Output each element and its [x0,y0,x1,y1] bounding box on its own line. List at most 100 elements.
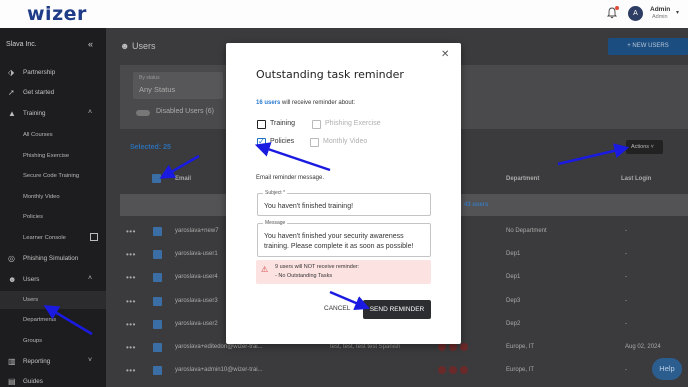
sidebar-item-get-started[interactable]: ➚ Get started [0,84,106,102]
row-last-login: - [625,321,627,327]
select-all-link[interactable]: 43 users [464,202,488,208]
row-last-login: - [625,228,627,234]
row-email: yaroslava-user2 [175,321,218,327]
chart-icon: ▥ [8,357,16,366]
new-users-label: NEW USERS [632,43,669,49]
sidebar-item-departments[interactable]: Departments [0,311,106,329]
sidebar-item-reporting[interactable]: ▥ Reporting ˅ [0,353,106,371]
row-last-login: - [625,251,627,257]
sidebar-item-label: Users [23,297,39,303]
status-select-value: Any Status [139,85,176,94]
sidebar-item-users-list[interactable]: Users [0,291,106,309]
row-checkbox[interactable] [153,320,162,329]
warning-triangle-icon: ⚠ [261,265,269,274]
row-checkbox[interactable] [153,273,162,282]
column-department[interactable]: Department [506,176,539,182]
user-name[interactable]: Admin [650,6,670,13]
recipients-link[interactable]: 16 users [256,100,280,106]
warning-text: 9 users will NOT receive reminder: [275,264,360,270]
notification-dot [615,6,619,10]
new-users-button[interactable]: + NEW USERS [608,38,688,55]
row-department: Dep2 [506,321,521,327]
row-checkbox[interactable] [153,366,162,375]
more-icon[interactable]: ••• [126,250,136,259]
row-last-login: - [625,298,627,304]
target-icon: ◎ [8,254,15,263]
message-field[interactable]: Message You haven't finished your securi… [257,220,431,257]
more-icon[interactable]: ••• [126,320,136,329]
policies-checkbox[interactable] [257,137,266,147]
cancel-button[interactable]: CANCEL [324,305,350,312]
sidebar-item-label: Policies [23,214,43,220]
more-icon[interactable]: ••• [126,366,136,375]
selected-count: Selected: 25 [130,144,171,151]
sidebar-item-policies[interactable]: Policies [0,208,106,226]
sidebar-item-monthly-video[interactable]: Monthly Video [0,188,106,206]
row-last-login: - [625,367,627,373]
send-reminder-button[interactable]: SEND REMINDER [363,300,431,319]
sidebar-item-phishing-exercise[interactable]: Phishing Exercise [0,147,106,165]
sidebar-item-users[interactable]: ☻ Users ˄ [0,271,106,289]
sidebar-item-guides[interactable]: ▤ Guides [0,373,106,387]
row-email: yaroslava-user1 [175,251,218,257]
actions-label: Actions [631,144,650,150]
avatar[interactable]: A [628,6,643,21]
policies-label: Policies [270,138,295,145]
column-last-login[interactable]: Last Login [621,176,651,182]
chevron-down-icon[interactable]: ▾ [676,9,679,16]
sidebar-item-training[interactable]: ▲ Training ˄ [0,105,106,123]
recipients-text: 16 users will receive reminder about: [256,100,355,106]
message-field-value: You haven't finished your security aware… [264,233,414,250]
row-email: yaroslava-user3 [175,298,218,304]
status-badges [438,366,471,376]
sidebar-item-label: Training [23,110,46,117]
table-row[interactable]: ••• yaroslava+admin10@wizer-trai... Euro… [120,359,688,383]
sidebar-item-groups[interactable]: Groups [0,332,106,350]
more-icon[interactable]: ••• [126,343,136,352]
more-icon[interactable]: ••• [126,273,136,282]
row-last-login: Aug 02, 2024 [625,344,661,350]
row-department: Dep3 [506,298,521,304]
sidebar-item-label: Monthly Video [23,194,60,200]
sidebar-item-label: Guides [23,378,43,385]
more-icon[interactable]: ••• [126,297,136,306]
row-checkbox[interactable] [153,250,162,259]
collapse-sidebar-icon[interactable]: « [88,39,93,49]
sidebar-item-learner-console[interactable]: Learner Console [0,229,106,247]
rocket-icon: ➚ [8,88,15,97]
recipients-suffix: will receive reminder about: [280,100,356,106]
status-select[interactable]: By status Any Status [133,72,223,99]
select-all-checkbox[interactable] [152,174,161,183]
column-email[interactable]: Email [175,176,191,182]
sidebar-item-all-courses[interactable]: All Courses [0,126,106,144]
row-checkbox[interactable] [153,227,162,236]
users-icon: ☻ [8,275,17,284]
page-title: ☻ Users [120,41,156,51]
page-title-text: Users [131,41,156,51]
close-icon[interactable]: ✕ [441,49,449,60]
row-checkbox[interactable] [153,297,162,306]
phishing-exercise-checkbox[interactable] [312,120,321,129]
subject-field[interactable]: Subject * You haven't finished training! [257,190,431,216]
row-checkbox[interactable] [153,343,162,352]
monthly-video-label: Monthly Video [323,138,368,145]
tag-icon: ⬗ [8,68,15,77]
email-section-label: Email reminder message. [256,175,325,181]
chevron-up-icon: ˄ [88,275,93,282]
actions-button[interactable]: Actions ˅ [626,140,663,154]
row-extra: test, test, test test Spanish [330,344,401,350]
sidebar-item-label: Reporting [23,358,51,365]
row-email: yaroslava+admin10@wizer-trai... [175,367,263,373]
help-button[interactable]: Help [652,358,682,380]
more-icon[interactable]: ••• [126,227,136,236]
wizer-logo[interactable]: wizer [27,3,87,25]
monthly-video-checkbox[interactable] [310,138,319,147]
graduation-cap-icon: ▲ [8,109,16,118]
subject-field-value: You haven't finished training! [264,203,354,210]
sidebar-item-secure-code-training[interactable]: Secure Code Training [0,167,106,185]
sidebar-item-phishing-simulation[interactable]: ◎ Phishing Simulation [0,250,106,268]
sidebar-item-partnership[interactable]: ⬗ Partnership [0,64,106,82]
training-checkbox[interactable] [257,120,266,129]
subject-field-label: Subject * [263,190,288,196]
disabled-users-toggle[interactable] [136,110,150,116]
